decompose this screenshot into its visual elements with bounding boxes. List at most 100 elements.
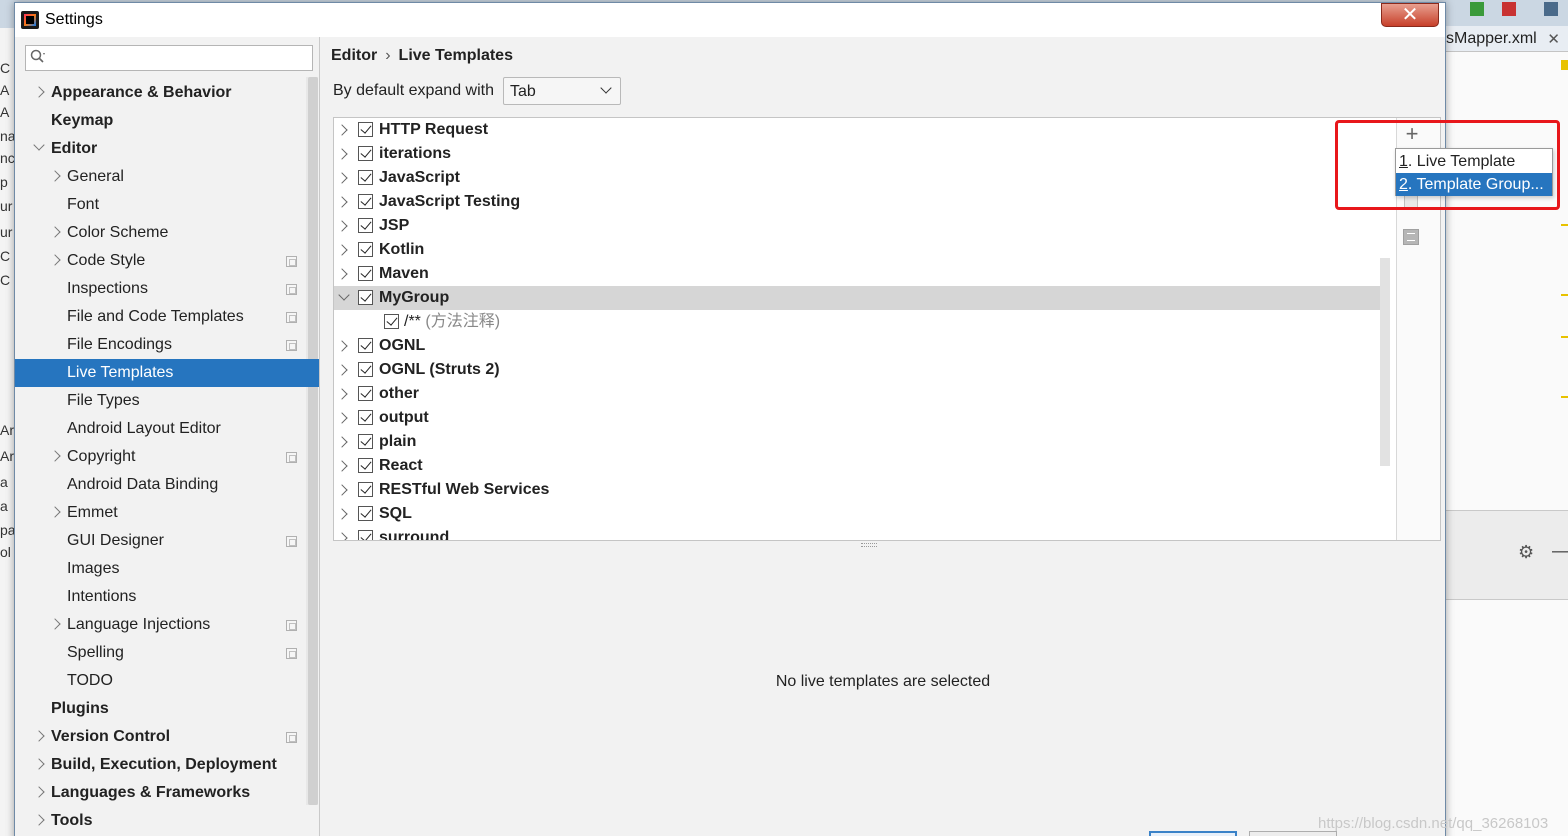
sidebar-item-font[interactable]: Font [67,191,99,219]
enabled-checkbox[interactable] [358,434,373,449]
chevron-down-icon[interactable] [338,289,350,301]
template-row[interactable]: /** (方法注释) [334,310,1382,334]
sidebar-item-images[interactable]: Images [67,555,119,583]
chevron-right-icon[interactable] [336,412,348,424]
enabled-checkbox[interactable] [358,242,373,257]
enabled-checkbox[interactable] [358,338,373,353]
enabled-checkbox[interactable] [358,266,373,281]
template-group-row[interactable]: iterations [334,142,1382,166]
breadcrumb-editor[interactable]: Editor [331,47,377,64]
chevron-right-icon[interactable] [336,268,348,280]
chevron-right-icon[interactable] [49,226,61,238]
enabled-checkbox[interactable] [358,386,373,401]
chevron-right-icon[interactable] [336,364,348,376]
sidebar-item-android-data-binding[interactable]: Android Data Binding [67,471,218,499]
chevron-right-icon[interactable] [33,86,45,98]
restore-defaults-icon[interactable] [1403,229,1419,245]
editor-tab-mapper-xml[interactable]: sMapper.xml [1446,30,1537,48]
template-group-row[interactable]: JavaScript [334,166,1382,190]
enabled-checkbox[interactable] [358,410,373,425]
template-group-row[interactable]: HTTP Request [334,118,1382,142]
menu-item-live-template[interactable]: 1. Live Template [1396,150,1552,173]
sidebar-item-version-control[interactable]: Version Control [33,723,170,751]
sidebar-item-language-injections[interactable]: Language Injections [49,611,210,639]
template-group-row[interactable]: Maven [334,262,1382,286]
sidebar-item-build-execution-deployment[interactable]: Build, Execution, Deployment [33,751,277,779]
chevron-right-icon[interactable] [336,196,348,208]
chevron-right-icon[interactable] [336,460,348,472]
template-group-row[interactable]: MyGroup [334,286,1382,310]
sidebar-item-live-templates[interactable]: Live Templates [15,359,319,387]
ok-button[interactable] [1149,831,1237,836]
enabled-checkbox[interactable] [358,218,373,233]
chevron-right-icon[interactable] [33,814,45,826]
sidebar-item-editor[interactable]: Editor [33,135,97,163]
template-group-row[interactable]: output [334,406,1382,430]
expand-with-select[interactable]: Tab [503,77,621,105]
chevron-right-icon[interactable] [336,220,348,232]
chevron-right-icon[interactable] [336,148,348,160]
chevron-right-icon[interactable] [49,170,61,182]
sidebar-item-appearance-behavior[interactable]: Appearance & Behavior [33,79,232,107]
template-group-row[interactable]: RESTful Web Services [334,478,1382,502]
chevron-right-icon[interactable] [49,618,61,630]
list-scrollbar[interactable] [1380,258,1390,466]
enabled-checkbox[interactable] [384,314,399,329]
template-group-row[interactable]: plain [334,430,1382,454]
template-group-row[interactable]: OGNL [334,334,1382,358]
copy-icon[interactable] [1404,194,1418,208]
chevron-right-icon[interactable] [33,786,45,798]
sidebar-item-code-style[interactable]: Code Style [49,247,145,275]
chevron-right-icon[interactable] [336,508,348,520]
chevron-right-icon[interactable] [336,388,348,400]
settings-search-input[interactable] [25,45,313,71]
sidebar-item-emmet[interactable]: Emmet [49,499,118,527]
chevron-right-icon[interactable] [336,124,348,136]
sidebar-item-file-types[interactable]: File Types [67,387,140,415]
chevron-right-icon[interactable] [336,532,348,540]
sidebar-item-languages-frameworks[interactable]: Languages & Frameworks [33,779,250,807]
add-button[interactable]: + [1397,122,1427,146]
enabled-checkbox[interactable] [358,122,373,137]
template-group-row[interactable]: JSP [334,214,1382,238]
sidebar-item-file-encodings[interactable]: File Encodings [67,331,172,359]
chevron-right-icon[interactable] [336,436,348,448]
chevron-right-icon[interactable] [33,730,45,742]
sidebar-item-plugins[interactable]: Plugins [51,695,109,723]
sidebar-item-copyright[interactable]: Copyright [49,443,135,471]
close-button[interactable]: ✕ [1381,3,1439,27]
chevron-down-icon[interactable] [33,139,45,151]
enabled-checkbox[interactable] [358,170,373,185]
template-group-row[interactable]: surround [334,526,1382,540]
close-icon[interactable]: ✕ [1547,30,1560,48]
chevron-right-icon[interactable] [33,758,45,770]
enabled-checkbox[interactable] [358,482,373,497]
chevron-right-icon[interactable] [336,484,348,496]
template-group-row[interactable]: other [334,382,1382,406]
sidebar-item-general[interactable]: General [49,163,124,191]
template-group-row[interactable]: React [334,454,1382,478]
sidebar-scrollbar-thumb[interactable] [308,77,318,805]
chevron-right-icon[interactable] [49,450,61,462]
menu-item-template-group[interactable]: 2. Template Group... [1396,173,1552,196]
enabled-checkbox[interactable] [358,146,373,161]
sidebar-item-color-scheme[interactable]: Color Scheme [49,219,168,247]
template-group-row[interactable]: JavaScript Testing [334,190,1382,214]
sidebar-item-android-layout-editor[interactable]: Android Layout Editor [67,415,221,443]
enabled-checkbox[interactable] [358,194,373,209]
sidebar-item-todo[interactable]: TODO [67,667,113,695]
enabled-checkbox[interactable] [358,506,373,521]
enabled-checkbox[interactable] [358,362,373,377]
enabled-checkbox[interactable] [358,458,373,473]
chevron-right-icon[interactable] [49,254,61,266]
chevron-right-icon[interactable] [336,340,348,352]
sidebar-item-tools[interactable]: Tools [33,807,92,835]
enabled-checkbox[interactable] [358,290,373,305]
minimize-icon[interactable]: — [1552,540,1568,563]
template-group-row[interactable]: OGNL (Struts 2) [334,358,1382,382]
splitter-handle[interactable] [861,543,877,547]
gear-icon[interactable]: ⚙ [1518,542,1534,563]
enabled-checkbox[interactable] [358,530,373,540]
sidebar-item-spelling[interactable]: Spelling [67,639,124,667]
chevron-right-icon[interactable] [49,506,61,518]
